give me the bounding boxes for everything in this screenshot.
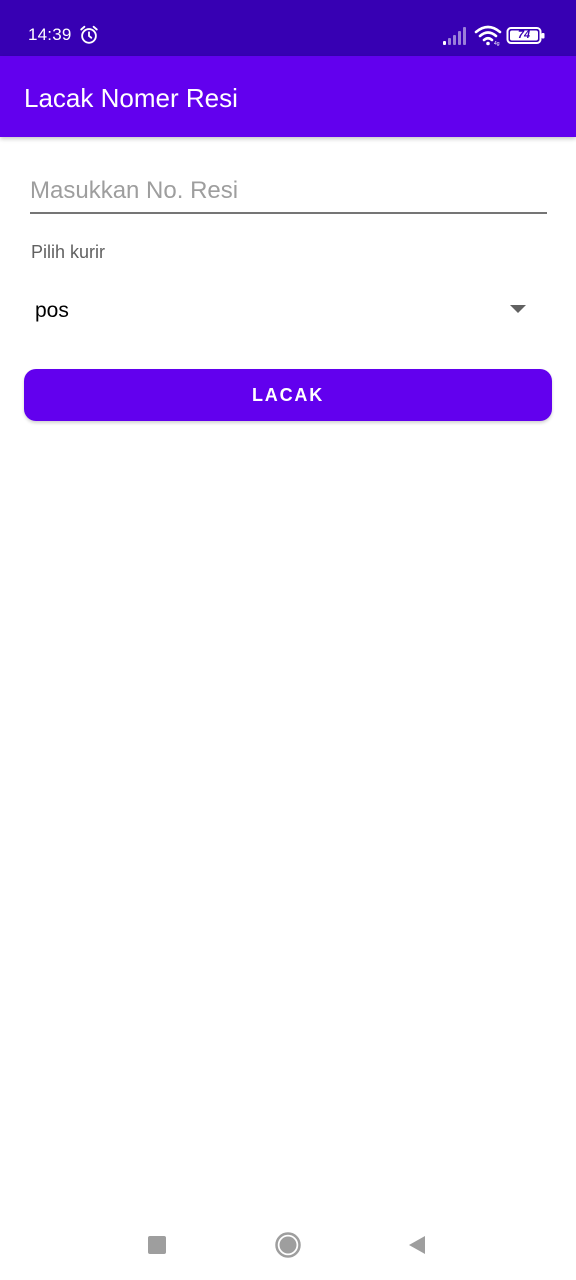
back-icon[interactable] [407,1235,427,1255]
recent-apps-icon[interactable] [148,1236,166,1254]
status-bar: 14:39 4g 74 [0,0,576,56]
battery-level: 74 [517,29,531,41]
svg-text:4g: 4g [494,41,500,46]
courier-selected-value: pos [35,299,69,322]
courier-dropdown[interactable]: pos [24,283,544,339]
resi-number-input[interactable] [30,170,547,214]
track-button[interactable]: LACAK [24,369,552,421]
page-title: Lacak Nomer Resi [24,83,238,113]
alarm-icon [80,25,98,44]
home-icon[interactable] [274,1231,302,1259]
dropdown-arrow-icon [510,305,526,313]
signal-icon [443,27,466,45]
status-time: 14:39 [28,25,72,44]
courier-label: Pilih kurir [31,242,106,262]
wifi-icon: 4g [474,25,502,46]
